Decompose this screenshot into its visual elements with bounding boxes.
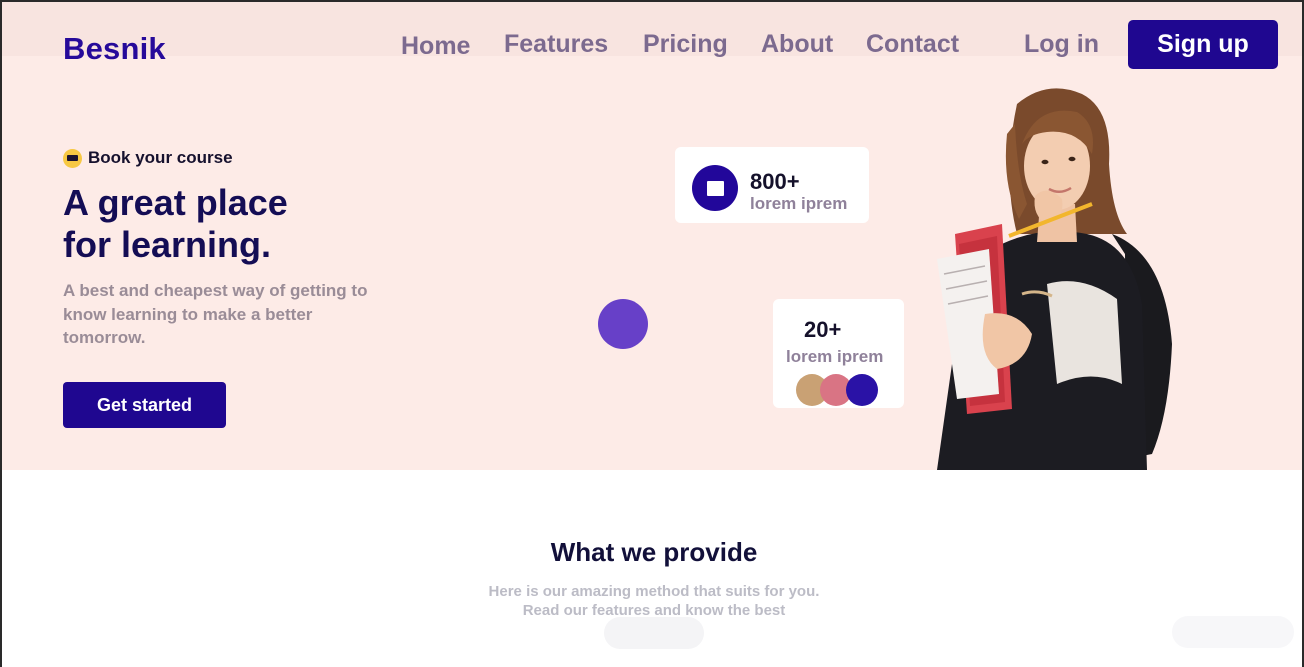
hero-subtext: A best and cheapest way of getting to kn…	[63, 281, 368, 347]
nav-item-features[interactable]: Features	[504, 30, 608, 59]
avatar	[846, 374, 878, 406]
course-badge: Book your course	[63, 148, 233, 168]
stat-card-value: 800+	[750, 169, 800, 194]
card-icon	[63, 148, 82, 168]
faded-pill-button[interactable]	[604, 617, 704, 649]
hero-headline: A great place for learning.	[63, 182, 423, 266]
stat-card-students: 800+ lorem iprem	[675, 147, 869, 223]
page-frame: Besnik Home Features Pricing About Conta…	[0, 0, 1304, 667]
login-link[interactable]: Log in	[1024, 30, 1099, 59]
signup-button[interactable]: Sign up	[1128, 20, 1278, 69]
course-badge-label: Book your course	[88, 148, 233, 167]
stat-card-mentors: 20+ lorem iprem	[773, 299, 904, 408]
stat-card-label: lorem iprem	[786, 347, 884, 366]
hero-section: Besnik Home Features Pricing About Conta…	[2, 2, 1302, 470]
stat-card-label: lorem iprem	[750, 194, 848, 213]
hero-headline-line-2: for learning.	[63, 224, 272, 265]
section-subtitle: Here is our amazing method that suits fo…	[2, 582, 1302, 620]
section-subtitle-line-1: Here is our amazing method that suits fo…	[488, 583, 820, 600]
section-title: What we provide	[550, 537, 758, 567]
hero-headline-line-1: A great place	[63, 182, 288, 223]
decorative-circle	[598, 299, 648, 349]
stat-card-value: 20+	[804, 317, 842, 342]
nav-item-home[interactable]: Home	[401, 32, 470, 61]
faded-chat-button[interactable]	[1172, 616, 1294, 648]
nav-item-contact[interactable]: Contact	[866, 30, 959, 59]
brand-logo[interactable]: Besnik	[63, 31, 166, 67]
student-illustration	[937, 88, 1172, 470]
get-started-button[interactable]: Get started	[63, 382, 226, 428]
nav-item-about[interactable]: About	[761, 30, 833, 59]
nav-item-pricing[interactable]: Pricing	[643, 30, 728, 59]
square-icon	[692, 165, 738, 211]
